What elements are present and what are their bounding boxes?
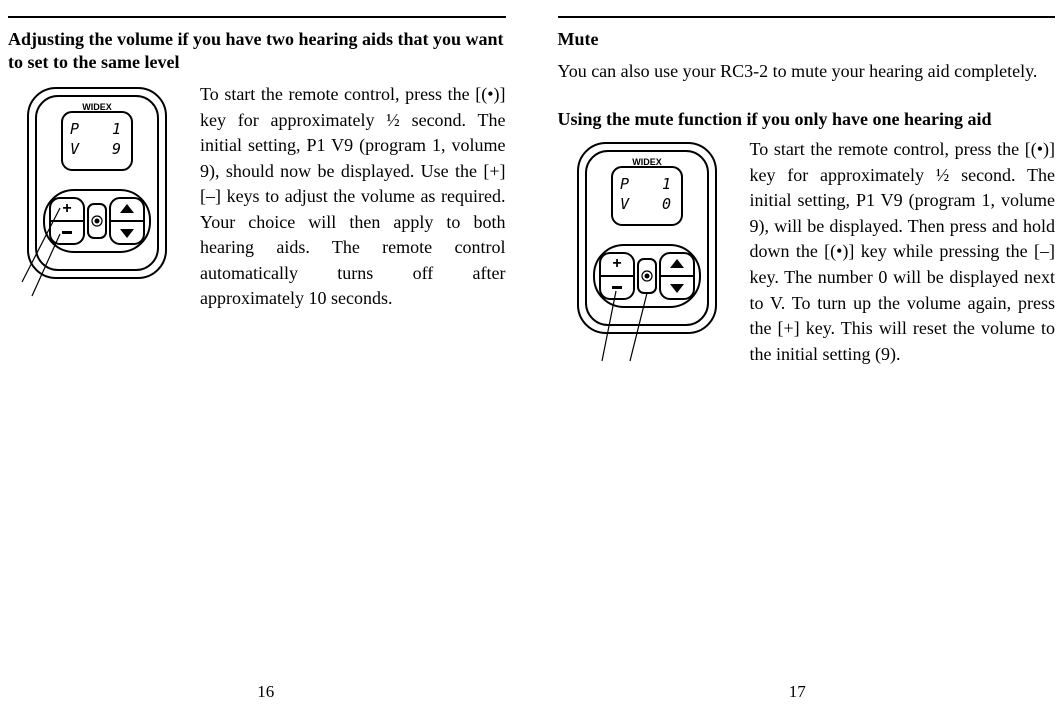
page-number-left: 16 [0,682,532,702]
svg-text:+: + [62,200,71,217]
svg-text:+: + [612,255,621,272]
p-label-right: P [620,175,629,193]
heading-right: Mute [558,28,1056,51]
page-right: Mute You can also use your RC3-2 to mute… [532,12,1063,716]
brand-text-left: WIDEX [82,102,112,112]
intro-right: You can also use your RC3-2 to mute your… [558,59,1056,84]
page-number-right: 17 [532,682,1063,702]
heading-left: Adjusting the volume if you have two hea… [8,28,506,74]
p-value-left: 1 [112,120,121,138]
p-label-left: P [70,120,79,138]
v-value-left: 9 [112,140,121,158]
brand-text-right: WIDEX [632,157,662,167]
v-label-right: V [620,195,630,213]
v-value-right: 0 [662,195,671,213]
body-text-left: To start the remote control, press the [… [200,82,506,312]
subheading-right: Using the mute function if you only have… [558,108,1056,131]
device-illustration-right: WIDEX P 1 V 0 + [558,137,734,367]
top-rule-right [558,16,1056,18]
v-label-left: V [70,140,80,158]
page-left: Adjusting the volume if you have two hea… [0,12,532,716]
body-text-right: To start the remote control, press the [… [750,137,1056,367]
p-value-right: 1 [662,175,671,193]
content-row-right: WIDEX P 1 V 0 + [558,137,1056,367]
top-rule [8,16,506,18]
content-row-left: WIDEX P 1 V 9 + [8,82,506,312]
device-illustration-left: WIDEX P 1 V 9 + [8,82,184,312]
